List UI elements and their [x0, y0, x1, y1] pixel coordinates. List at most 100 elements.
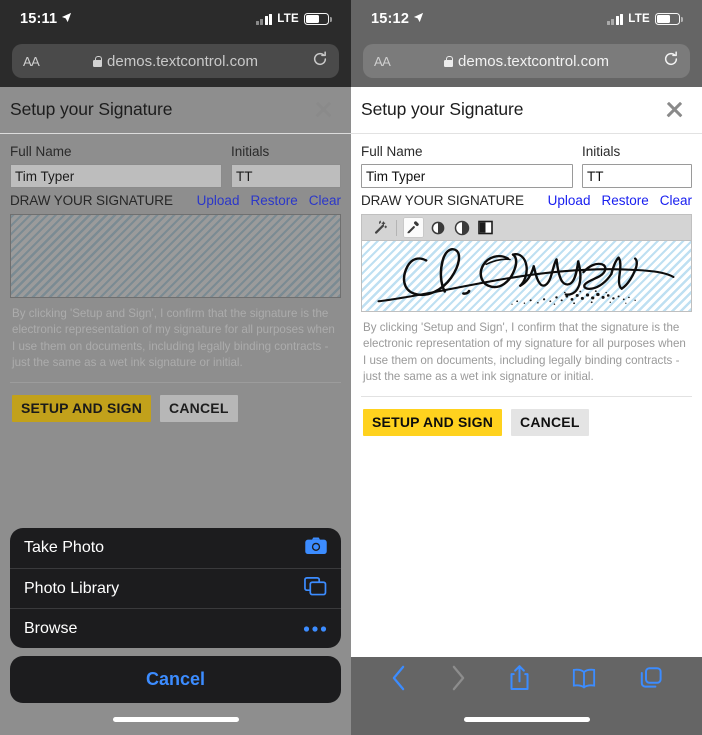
upload-link[interactable]: Upload	[197, 193, 240, 208]
photos-icon	[304, 576, 327, 601]
initials-label: Initials	[582, 144, 621, 159]
bookmarks-icon[interactable]	[572, 667, 596, 694]
url-center-group: demos.textcontrol.com	[363, 53, 690, 70]
draw-signature-row: DRAW YOUR SIGNATURE Upload Restore Clear	[361, 193, 692, 208]
ellipsis-icon	[303, 620, 327, 638]
status-time: 15:11	[20, 11, 58, 27]
disclaimer-text: By clicking 'Setup and Sign', I confirm …	[361, 312, 692, 397]
url-field[interactable]: AA demos.textcontrol.com	[363, 44, 690, 78]
signal-bars-icon	[606, 13, 624, 25]
dialog-title: Setup your Signature	[10, 99, 173, 119]
upload-link[interactable]: Upload	[548, 193, 591, 208]
cancel-button[interactable]: CANCEL	[160, 394, 238, 422]
signature-canvas-empty[interactable]	[10, 214, 341, 298]
home-indicator[interactable]	[463, 716, 590, 722]
status-time: 15:12	[371, 11, 410, 27]
status-bar-left: 15:11 LTE	[0, 0, 351, 38]
status-left-group: 15:11	[20, 11, 72, 27]
dialog-header: Setup your Signature	[351, 87, 702, 134]
contrast-half-icon[interactable]	[451, 217, 472, 238]
browser-url-bar-left: AA demos.textcontrol.com	[0, 38, 351, 87]
action-take-photo[interactable]: Take Photo	[10, 528, 341, 568]
action-browse[interactable]: Browse	[10, 608, 341, 648]
dual-phone-screenshot: 15:11 LTE AA demos.textcontrol.com Setup…	[0, 0, 702, 735]
safari-bottom-toolbar	[351, 657, 702, 735]
full-name-input[interactable]	[361, 164, 573, 188]
tabs-icon[interactable]	[639, 666, 663, 695]
location-arrow-icon	[61, 11, 72, 27]
signature-ink	[377, 248, 675, 305]
cancel-button[interactable]: CANCEL	[511, 408, 589, 436]
draw-signature-label: DRAW YOUR SIGNATURE	[361, 193, 524, 208]
signature-action-links: Upload Restore Clear	[197, 193, 341, 208]
carrier-label: LTE	[628, 13, 650, 25]
setup-and-sign-button[interactable]: SETUP AND SIGN	[363, 408, 503, 436]
status-right-group: LTE	[255, 13, 332, 25]
text-size-aa-icon[interactable]: AA	[374, 54, 391, 69]
dialog-header: Setup your Signature	[0, 87, 351, 134]
signature-editor	[10, 214, 341, 298]
reload-icon[interactable]	[663, 50, 679, 72]
dialog-actions: SETUP AND SIGN CANCEL	[10, 383, 341, 422]
reload-icon[interactable]	[312, 50, 328, 72]
close-icon[interactable]	[314, 100, 333, 119]
initials-group: Initials	[582, 144, 692, 188]
battery-icon	[655, 13, 683, 25]
full-name-group: Full Name	[361, 144, 582, 188]
signature-editor-toolbar	[361, 214, 692, 240]
eyedropper-icon[interactable]	[403, 217, 424, 238]
initials-input[interactable]	[231, 164, 341, 188]
url-field[interactable]: AA demos.textcontrol.com	[12, 44, 339, 78]
draw-signature-label: DRAW YOUR SIGNATURE	[10, 193, 173, 208]
status-bar-right: 15:12 LTE	[351, 0, 702, 38]
disclaimer-text: By clicking 'Setup and Sign', I confirm …	[10, 298, 341, 383]
initials-group: Initials	[231, 144, 341, 188]
signature-canvas[interactable]	[361, 240, 692, 312]
share-icon[interactable]	[509, 664, 530, 696]
signature-dialog-right: Setup your Signature Full Name Initials …	[351, 87, 702, 436]
restore-link[interactable]: Restore	[601, 193, 648, 208]
magic-wand-icon[interactable]	[369, 217, 390, 238]
signature-action-links: Upload Restore Clear	[548, 193, 692, 208]
clear-link[interactable]: Clear	[660, 193, 692, 208]
carrier-label: LTE	[277, 13, 299, 25]
dialog-body: Full Name Initials DRAW YOUR SIGNATURE U…	[351, 134, 702, 436]
ios-action-sheet: Take Photo Photo Library Browse Cancel	[0, 528, 351, 735]
initials-input[interactable]	[582, 164, 692, 188]
lock-icon	[444, 55, 454, 67]
clear-link[interactable]: Clear	[309, 193, 341, 208]
action-sheet-group: Take Photo Photo Library Browse	[10, 528, 341, 648]
setup-and-sign-button[interactable]: SETUP AND SIGN	[12, 394, 152, 422]
status-right-group: LTE	[606, 13, 683, 25]
full-name-group: Full Name	[10, 144, 231, 188]
safari-icon-row	[351, 657, 702, 703]
camera-icon	[305, 537, 327, 559]
location-arrow-icon	[413, 11, 424, 27]
url-text: demos.textcontrol.com	[107, 52, 258, 70]
action-photo-library[interactable]: Photo Library	[10, 568, 341, 608]
restore-link[interactable]: Restore	[250, 193, 297, 208]
back-icon[interactable]	[390, 665, 407, 696]
draw-signature-row: DRAW YOUR SIGNATURE Upload Restore Clear	[10, 193, 341, 208]
text-size-aa-icon[interactable]: AA	[23, 54, 40, 69]
phone-panel-right: 15:12 LTE AA demos.textcontrol.com Setup…	[351, 0, 702, 735]
close-icon[interactable]	[665, 100, 684, 119]
full-name-input[interactable]	[10, 164, 222, 188]
action-sheet-cancel-button[interactable]: Cancel	[10, 656, 341, 703]
home-indicator-wrap-left	[10, 703, 341, 735]
battery-icon	[304, 13, 332, 25]
toolbar-separator	[396, 219, 397, 236]
action-browse-label: Browse	[24, 619, 78, 637]
action-photo-library-label: Photo Library	[24, 579, 120, 597]
status-left-group: 15:12	[371, 11, 424, 27]
url-center-group: demos.textcontrol.com	[12, 53, 339, 70]
threshold-square-icon[interactable]	[475, 217, 496, 238]
phone-panel-left: 15:11 LTE AA demos.textcontrol.com Setup…	[0, 0, 351, 735]
name-fields-row: Full Name Initials	[10, 144, 341, 188]
dialog-body: Full Name Initials DRAW YOUR SIGNATURE U…	[0, 134, 351, 422]
home-indicator[interactable]	[112, 716, 239, 722]
browser-url-bar-right: AA demos.textcontrol.com	[351, 38, 702, 87]
contrast-filled-icon[interactable]	[427, 217, 448, 238]
url-text: demos.textcontrol.com	[458, 52, 609, 70]
full-name-label: Full Name	[10, 144, 72, 159]
